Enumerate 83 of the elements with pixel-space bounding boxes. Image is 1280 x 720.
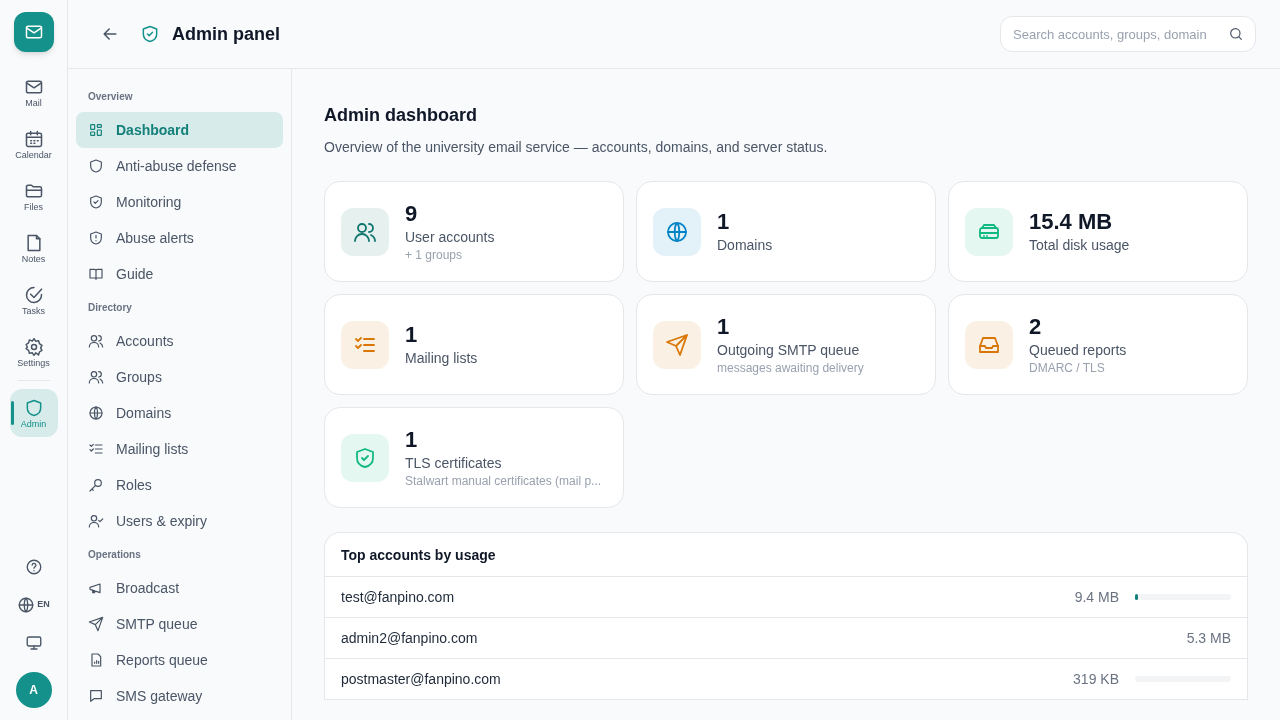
paper-plane-icon bbox=[88, 616, 104, 632]
stat-label: TLS certificates bbox=[405, 454, 503, 474]
stat-note: Stalwart manual certificates (mail p... bbox=[405, 473, 602, 490]
stat-note: + 1 groups bbox=[405, 247, 464, 264]
stat-note: messages awaiting delivery bbox=[717, 360, 864, 377]
table-title: Top accounts by usage bbox=[325, 533, 1247, 577]
section-subtitle: Overview of the university email service — accounts, domains, and server status. bbox=[324, 138, 829, 157]
calendar-icon bbox=[23, 128, 44, 149]
paper-plane-icon bbox=[665, 332, 689, 357]
stat-label: User accounts bbox=[405, 228, 495, 248]
nav-item[interactable]: Accounts bbox=[76, 323, 283, 359]
stat-note: DMARC / TLS bbox=[1029, 360, 1106, 377]
stat-value: 1 bbox=[405, 425, 419, 454]
nav-item[interactable]: Anti-abuse defense bbox=[76, 148, 283, 184]
stat-value: 1 bbox=[717, 207, 731, 236]
shield-check-icon bbox=[140, 24, 160, 44]
checklist-icon bbox=[88, 441, 104, 457]
account-email: test@fanpino.com bbox=[341, 588, 455, 607]
nav-item[interactable]: Monitoring bbox=[76, 184, 283, 220]
nav-section-heading: Directory bbox=[87, 301, 133, 315]
users-icon bbox=[88, 333, 104, 349]
usage-value: 319 KB bbox=[1073, 670, 1119, 689]
envelope-icon bbox=[23, 22, 44, 42]
checkmark-circle-icon bbox=[23, 284, 44, 305]
stat-value: 1 bbox=[405, 320, 419, 349]
nav-section-heading: Operations bbox=[87, 548, 142, 562]
nav-item[interactable]: Roles bbox=[76, 467, 283, 503]
page-title: Admin panel bbox=[172, 23, 280, 46]
nav-item[interactable]: Abuse alerts bbox=[76, 220, 283, 256]
report-icon bbox=[88, 652, 104, 668]
globe-icon bbox=[17, 596, 36, 614]
stat-label: Total disk usage bbox=[1029, 236, 1130, 256]
nav-item[interactable]: Reports queue bbox=[76, 642, 283, 678]
shield-alert-icon bbox=[88, 230, 104, 246]
usage-value: 9.4 MB bbox=[1074, 588, 1119, 607]
stat-value: 15.4 MB bbox=[1029, 207, 1114, 236]
app-logo[interactable] bbox=[13, 12, 54, 52]
rail-item[interactable]: Mail bbox=[9, 68, 58, 116]
shield-check-icon bbox=[353, 445, 377, 470]
stat-label: Queued reports bbox=[1029, 341, 1127, 361]
account-email: admin2@fanpino.com bbox=[341, 629, 478, 648]
stat-label: Outgoing SMTP queue bbox=[717, 341, 861, 361]
nav-item[interactable]: Guide bbox=[76, 256, 283, 292]
language-button[interactable]: EN bbox=[17, 596, 50, 614]
section-title: Admin dashboard bbox=[324, 104, 478, 127]
book-icon bbox=[88, 266, 104, 282]
stat-value: 2 bbox=[1029, 312, 1043, 341]
shield-icon bbox=[88, 158, 104, 174]
megaphone-icon bbox=[88, 580, 104, 596]
shield-check-icon bbox=[88, 194, 104, 210]
grid-icon bbox=[88, 122, 104, 138]
nav-item[interactable]: Mailing lists bbox=[76, 431, 283, 467]
nav-section-heading: Overview bbox=[87, 90, 134, 104]
search-icon[interactable] bbox=[1228, 26, 1244, 42]
key-icon bbox=[88, 477, 104, 493]
stat-label: Mailing lists bbox=[405, 349, 478, 369]
nav-item[interactable]: SMS gateway bbox=[76, 678, 283, 714]
rail-item[interactable]: Settings bbox=[9, 328, 58, 376]
stat-value: 9 bbox=[405, 199, 419, 228]
monitor-icon[interactable] bbox=[24, 634, 43, 652]
globe-icon bbox=[88, 405, 104, 421]
nav-item[interactable]: Broadcast bbox=[76, 570, 283, 606]
stat-value: 1 bbox=[717, 312, 731, 341]
account-email: postmaster@fanpino.com bbox=[341, 670, 501, 689]
nav-item[interactable]: Users & expiry bbox=[76, 503, 283, 539]
nav-item[interactable]: Dashboard bbox=[76, 112, 283, 148]
users-icon bbox=[88, 369, 104, 385]
settings-icon bbox=[23, 336, 44, 357]
stat-label: Domains bbox=[717, 236, 773, 256]
globe-icon bbox=[665, 219, 689, 244]
user-check-icon bbox=[88, 513, 104, 529]
nav-item[interactable]: Domains bbox=[76, 395, 283, 431]
rail-item[interactable]: Tasks bbox=[9, 276, 58, 324]
search-field[interactable]: Search accounts, groups, domain bbox=[1000, 16, 1256, 52]
nav-item[interactable]: Groups bbox=[76, 359, 283, 395]
avatar[interactable]: A bbox=[15, 672, 52, 708]
usage-value: 5.3 MB bbox=[1186, 629, 1231, 648]
help-icon[interactable] bbox=[24, 558, 43, 576]
nav-item[interactable]: SMTP queue bbox=[76, 606, 283, 642]
chat-bubble-icon bbox=[88, 688, 104, 704]
rail-item[interactable]: Calendar bbox=[9, 120, 58, 168]
rail-item[interactable]: Notes bbox=[9, 224, 58, 272]
rail-item[interactable]: Files bbox=[9, 172, 58, 220]
